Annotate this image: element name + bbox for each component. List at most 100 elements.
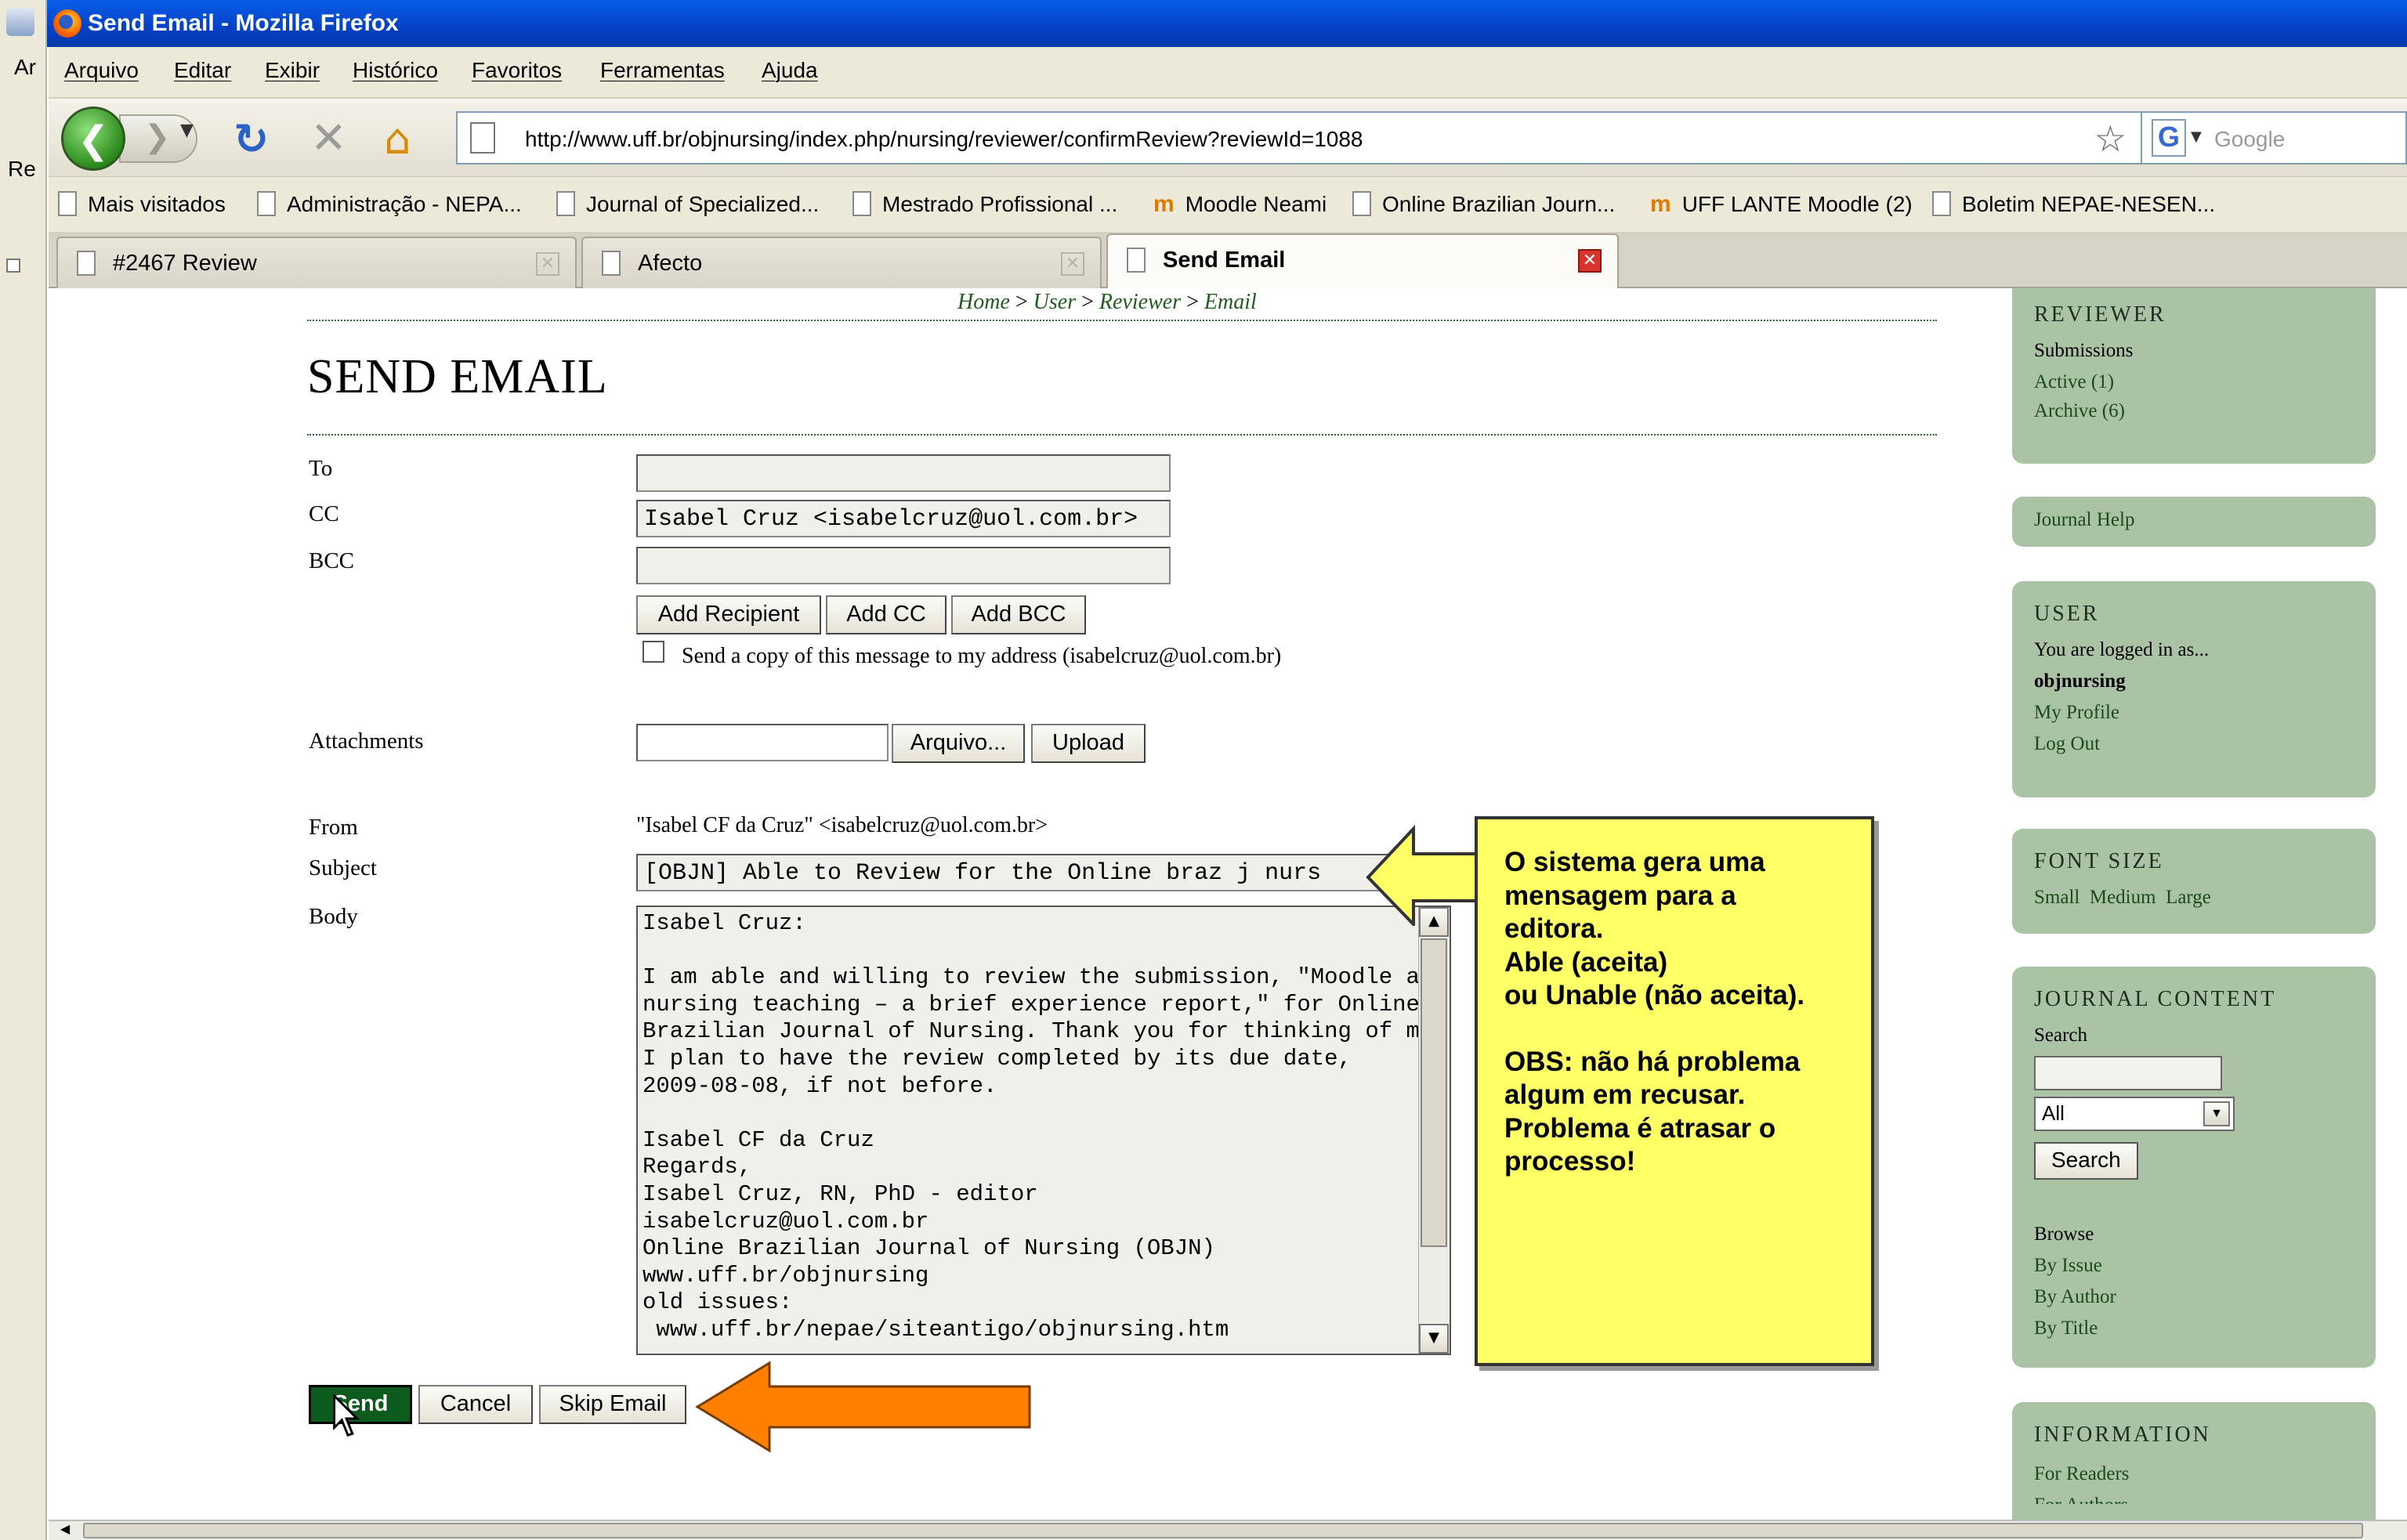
scroll-thumb[interactable] xyxy=(83,1523,2363,1538)
bookmark-item[interactable]: Mais visitados xyxy=(58,191,226,217)
cancel-button[interactable]: Cancel xyxy=(418,1385,533,1424)
page-icon xyxy=(257,191,276,216)
sidebar-link-journal-help[interactable]: Journal Help xyxy=(2034,504,2354,536)
font-size-small-link[interactable]: Small xyxy=(2034,887,2079,908)
bookmark-item[interactable]: m UFF LANTE Moodle (2) xyxy=(1650,191,1913,218)
send-copy-checkbox[interactable] xyxy=(642,641,664,663)
sidebar-link-archive[interactable]: Archive (6) xyxy=(2034,398,2354,425)
menu-historico[interactable]: Histórico xyxy=(353,58,438,83)
menu-ferramentas[interactable]: Ferramentas xyxy=(600,58,725,83)
google-icon[interactable]: G xyxy=(2152,119,2186,157)
reload-icon[interactable]: ↻ xyxy=(233,114,269,164)
sidebar-search-label: Search xyxy=(2034,1025,2088,1046)
sidebar-link-log-out[interactable]: Log Out xyxy=(2034,728,2354,760)
breadcrumb-home[interactable]: Home xyxy=(957,290,1010,314)
sidebar-heading: JOURNAL CONTENT xyxy=(2034,987,2277,1011)
sidebar-link-my-profile[interactable]: My Profile xyxy=(2034,697,2354,728)
back-button[interactable]: ❮ xyxy=(61,107,125,171)
bookmarks-toolbar: Mais visitados Administração - NEPA... J… xyxy=(49,177,2407,233)
sidebar-link-by-author[interactable]: By Author xyxy=(2034,1282,2354,1313)
menu-bar: Arquivo Editar Exibir Histórico Favorito… xyxy=(49,47,2407,99)
close-tab-icon[interactable]: ✕ xyxy=(536,252,559,276)
body-textarea[interactable]: Isabel Cruz: I am able and willing to re… xyxy=(636,906,1451,1355)
horizontal-scrollbar[interactable]: ◀ xyxy=(49,1520,2407,1540)
tab-send-email[interactable]: Send Email ✕ xyxy=(1106,233,1619,290)
cc-field[interactable]: Isabel Cruz <isabelcruz@uol.com.br> xyxy=(636,500,1171,537)
callout-line: algum em recusar. xyxy=(1504,1079,1746,1110)
moodle-icon: m xyxy=(1650,191,1671,217)
home-icon[interactable]: ⌂ xyxy=(384,114,411,164)
sidebar-search-scope-select[interactable]: All ▼ xyxy=(2034,1097,2235,1131)
navigation-toolbar: ❯ ❮ ▼ ↻ ✕ ⌂ http://www.uff.br/objnursing… xyxy=(49,99,2407,177)
sidebar-search-button[interactable]: Search xyxy=(2034,1142,2138,1180)
url-text[interactable]: http://www.uff.br/objnursing/index.php/n… xyxy=(525,127,1363,152)
upload-button[interactable]: Upload xyxy=(1031,724,1146,763)
bcc-field[interactable] xyxy=(636,547,1171,584)
sidebar-help-block: Journal Help xyxy=(2012,497,2376,547)
window-title: Send Email - Mozilla Firefox xyxy=(88,10,399,36)
bookmark-item[interactable]: Mestrado Profissional ... xyxy=(852,191,1117,217)
to-label: To xyxy=(309,456,333,481)
bookmark-star-icon[interactable]: ☆ xyxy=(2094,117,2126,160)
history-dropdown-icon[interactable]: ▼ xyxy=(180,121,194,140)
font-size-large-link[interactable]: Large xyxy=(2166,887,2211,908)
sidebar-search-input[interactable] xyxy=(2034,1056,2222,1090)
sidebar-link-for-readers[interactable]: For Readers xyxy=(2034,1459,2354,1490)
bookmark-item[interactable]: Administração - NEPA... xyxy=(257,191,522,217)
sidebar-link-by-title[interactable]: By Title xyxy=(2034,1313,2354,1344)
body-scrollbar[interactable]: ▲ ▼ xyxy=(1418,907,1450,1354)
bookmark-item[interactable]: Online Brazilian Journ... xyxy=(1352,191,1615,217)
tab-review[interactable]: #2467 Review ✕ xyxy=(56,237,577,288)
sidebar-heading: REVIEWER xyxy=(2034,302,2166,327)
skip-email-button[interactable]: Skip Email xyxy=(539,1385,686,1424)
scroll-down-icon[interactable]: ▼ xyxy=(1419,1324,1449,1354)
bookmark-item[interactable]: Journal of Specialized... xyxy=(556,191,819,217)
page-icon xyxy=(1352,191,1371,216)
attachment-file-field[interactable] xyxy=(636,724,889,761)
subject-label: Subject xyxy=(309,855,377,880)
window-title-bar: Send Email - Mozilla Firefox xyxy=(47,0,2407,47)
breadcrumb-reviewer[interactable]: Reviewer xyxy=(1099,290,1181,314)
callout-line: editora. xyxy=(1504,913,1604,944)
subject-field[interactable]: [OBJN] Able to Review for the Online bra… xyxy=(636,854,1451,891)
breadcrumb: Home > User > Reviewer > Email xyxy=(957,290,1257,314)
close-tab-icon[interactable]: ✕ xyxy=(1061,252,1084,276)
web-search-box[interactable]: G ▼ Google xyxy=(2141,111,2407,164)
scroll-left-icon[interactable]: ◀ xyxy=(52,1521,78,1540)
tab-afecto[interactable]: Afecto ✕ xyxy=(581,237,1102,288)
page-content: Home > User > Reviewer > Email SEND EMAI… xyxy=(49,288,2407,1520)
font-size-medium-link[interactable]: Medium xyxy=(2090,887,2156,908)
left-panel-strip: Ar Re xyxy=(0,0,47,1540)
body-label: Body xyxy=(309,904,358,929)
sidebar-link-active[interactable]: Active (1) xyxy=(2034,367,2354,398)
menu-editar[interactable]: Editar xyxy=(174,58,231,83)
browse-file-button[interactable]: Arquivo... xyxy=(892,724,1025,763)
menu-arquivo[interactable]: Arquivo xyxy=(64,58,139,83)
bookmark-item[interactable]: Boletim NEPAE-NESEN... xyxy=(1932,191,2215,217)
chevron-down-icon[interactable]: ▼ xyxy=(2203,1101,2230,1126)
sidebar-link-for-authors[interactable]: For Authors xyxy=(2034,1490,2354,1504)
callout-line: mensagem para a xyxy=(1504,880,1736,911)
breadcrumb-email[interactable]: Email xyxy=(1204,290,1257,314)
bookmark-item[interactable]: m Moodle Neami xyxy=(1153,191,1327,218)
sidebar-link-by-issue[interactable]: By Issue xyxy=(2034,1250,2354,1282)
add-recipient-button[interactable]: Add Recipient xyxy=(636,595,821,634)
to-field[interactable] xyxy=(636,454,1171,492)
search-engine-dropdown-icon[interactable]: ▼ xyxy=(2191,128,2202,145)
add-bcc-button[interactable]: Add BCC xyxy=(951,595,1086,634)
menu-ajuda[interactable]: Ajuda xyxy=(762,58,818,83)
sidebar-username: objnursing xyxy=(2034,671,2126,692)
add-cc-button[interactable]: Add CC xyxy=(826,595,947,634)
menu-exibir[interactable]: Exibir xyxy=(265,58,320,83)
close-tab-icon[interactable]: ✕ xyxy=(1578,249,1602,273)
tree-expander-icon[interactable] xyxy=(6,258,20,273)
page-icon xyxy=(1932,191,1951,216)
menu-favoritos[interactable]: Favoritos xyxy=(472,58,562,83)
body-text[interactable]: Isabel Cruz: I am able and willing to re… xyxy=(642,910,1447,1344)
url-bar[interactable]: http://www.uff.br/objnursing/index.php/n… xyxy=(456,111,2180,164)
scroll-thumb[interactable] xyxy=(1421,938,1447,1247)
stop-icon[interactable]: ✕ xyxy=(310,113,347,164)
page-icon xyxy=(1127,248,1146,273)
breadcrumb-user[interactable]: User xyxy=(1033,290,1076,314)
app-icon xyxy=(6,8,34,36)
